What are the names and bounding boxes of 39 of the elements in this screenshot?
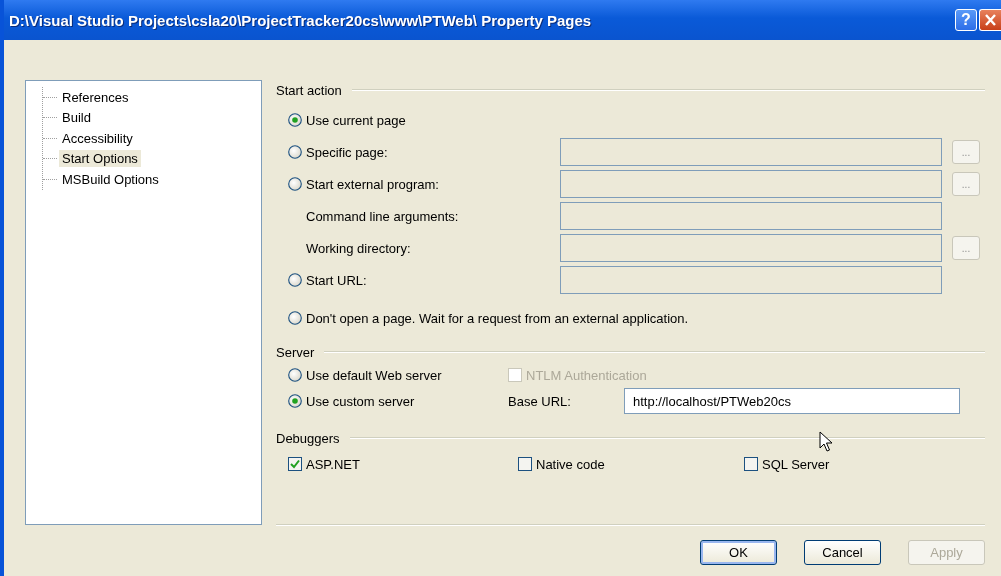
tree-item[interactable]: Accessibility (59, 129, 136, 147)
option-label: Don't open a page. Wait for a request from an external application. (306, 310, 689, 326)
option-label: Specific page: (306, 144, 388, 160)
checkbox-label: ASP.NET (306, 456, 360, 472)
field-label: Command line arguments: (305, 208, 459, 224)
dialog-button[interactable]: Cancel (804, 540, 881, 565)
tree-item[interactable]: Build (59, 109, 94, 127)
option-label: Start URL: (306, 272, 367, 288)
radio-button[interactable] (288, 368, 302, 382)
radio-button-selected[interactable] (288, 113, 302, 127)
group-heading: Start action (276, 82, 342, 98)
url-field[interactable]: http://localhost/PTWeb20cs (624, 388, 960, 414)
dialog-button[interactable]: OK (700, 540, 777, 565)
option-label: Start external program: (306, 176, 439, 192)
checkbox[interactable] (744, 457, 758, 471)
radio-button[interactable] (288, 273, 302, 287)
tree-item[interactable]: References (59, 88, 132, 106)
checkbox[interactable] (288, 457, 302, 471)
radio-button[interactable] (288, 177, 302, 191)
mouse-pointer-icon (819, 431, 833, 453)
option-label: Use default Web server (306, 367, 442, 383)
tree-item[interactable]: Start Options (59, 150, 141, 168)
group-heading: Debuggers (276, 430, 340, 446)
option-label: Use custom server (306, 393, 415, 409)
window-title: D:\Visual Studio Projects\csla20\ProjectTracker20cs\www\PTWeb\ Property Pages (9, 11, 593, 29)
checkbox[interactable] (518, 457, 532, 471)
close-icon (983, 13, 999, 27)
checkbox-label: Native code (536, 456, 605, 472)
group-heading: Server (276, 344, 315, 360)
tree-item[interactable]: MSBuild Options (59, 170, 162, 188)
checkbox-label: SQL Server (762, 456, 830, 472)
radio-button[interactable] (288, 145, 302, 159)
checkbox-label: NTLM Authentication (526, 367, 647, 383)
field-label: Base URL: (508, 392, 572, 411)
option-label: Use current page (306, 112, 406, 128)
field-label: Working directory: (305, 240, 411, 256)
close-button[interactable] (979, 9, 1001, 31)
radio-button-selected[interactable] (288, 394, 302, 408)
radio-button[interactable] (288, 311, 302, 325)
